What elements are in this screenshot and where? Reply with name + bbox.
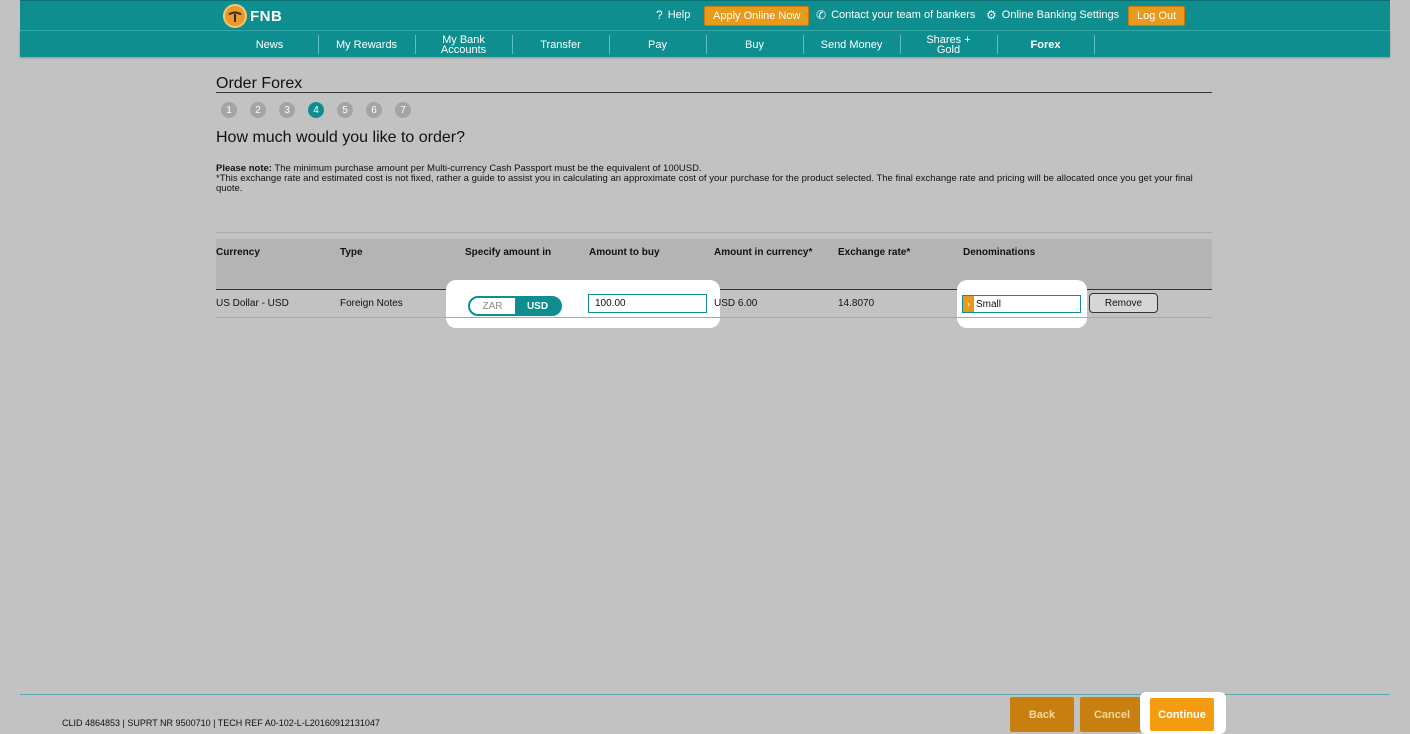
- remove-button[interactable]: Remove: [1089, 293, 1158, 313]
- top-header: FNB ? Help Apply Online Now ✆ Contact yo…: [20, 0, 1390, 30]
- denomination-select[interactable]: › Small: [962, 295, 1081, 313]
- amount-unit-toggle[interactable]: ZAR USD: [468, 296, 562, 316]
- nav-item-my-rewards[interactable]: My Rewards: [318, 31, 415, 58]
- apply-online-button[interactable]: Apply Online Now: [704, 6, 810, 26]
- logout-button[interactable]: Log Out: [1128, 6, 1186, 26]
- nav-item-transfer[interactable]: Transfer: [512, 31, 609, 58]
- col-amount-in-currency: Amount in currency*: [714, 247, 813, 258]
- row-exchange-rate: 14.8070: [838, 298, 875, 309]
- nav-item-pay[interactable]: Pay: [609, 31, 706, 58]
- step-4-active: 4: [308, 102, 324, 118]
- row-type: Foreign Notes: [340, 298, 403, 309]
- toggle-option-zar[interactable]: ZAR: [470, 298, 515, 314]
- nav-item-send-money[interactable]: Send Money: [803, 31, 900, 58]
- step-7: 7: [395, 102, 411, 118]
- step-indicator: 1 2 3 4 5 6 7: [221, 102, 424, 118]
- row-currency: US Dollar - USD: [216, 298, 289, 309]
- main-nav: News My Rewards My Bank Accounts Transfe…: [20, 30, 1390, 57]
- online-banking-settings-link[interactable]: ⚙ Online Banking Settings: [986, 8, 1119, 22]
- footer-reference: CLID 4864853 | SUPRT NR 9500710 | TECH R…: [62, 718, 380, 728]
- contact-label: Contact your team of bankers: [831, 9, 976, 21]
- help-link[interactable]: ? Help: [656, 8, 690, 22]
- denomination-value: Small: [976, 298, 1002, 310]
- purchase-note: Please note: The minimum purchase amount…: [216, 164, 1212, 194]
- cancel-button[interactable]: Cancel: [1080, 697, 1144, 732]
- logo-text: FNB: [250, 7, 283, 25]
- step-5: 5: [337, 102, 353, 118]
- nav-item-forex[interactable]: Forex: [997, 31, 1094, 58]
- nav-item-buy[interactable]: Buy: [706, 31, 803, 58]
- help-label: Help: [667, 9, 691, 21]
- title-divider: [216, 92, 1212, 93]
- order-question: How much would you like to order?: [216, 129, 466, 146]
- page-title: Order Forex: [216, 75, 303, 92]
- col-type: Type: [340, 247, 363, 258]
- section-divider: [216, 232, 1212, 233]
- contact-bankers-link[interactable]: ✆ Contact your team of bankers: [816, 8, 975, 22]
- step-1: 1: [221, 102, 237, 118]
- nav-divider: [1094, 35, 1095, 54]
- step-3: 3: [279, 102, 295, 118]
- tree-logo-icon: [223, 4, 247, 28]
- question-mark-icon: ?: [656, 8, 663, 22]
- col-denominations: Denominations: [963, 247, 1036, 258]
- phone-icon: ✆: [816, 8, 827, 22]
- fnb-logo[interactable]: FNB: [223, 4, 282, 28]
- col-amount-to-buy: Amount to buy: [589, 247, 660, 258]
- toggle-option-usd[interactable]: USD: [515, 298, 560, 314]
- row-divider: [216, 317, 1212, 318]
- row-amount-in-currency: USD 6.00: [714, 298, 758, 309]
- continue-button[interactable]: Continue: [1150, 698, 1214, 731]
- col-exchange-rate: Exchange rate*: [838, 247, 911, 258]
- settings-label: Online Banking Settings: [1001, 9, 1120, 21]
- nav-item-shares-gold[interactable]: Shares + Gold: [900, 31, 997, 58]
- nav-item-my-bank-accounts[interactable]: My Bank Accounts: [415, 31, 512, 58]
- back-button[interactable]: Back: [1010, 697, 1074, 732]
- chevron-right-icon: ›: [963, 296, 974, 312]
- amount-to-buy-input[interactable]: 100.00: [588, 294, 707, 313]
- gear-icon: ⚙: [986, 8, 997, 22]
- note-line-2: *This exchange rate and estimated cost i…: [216, 173, 1193, 194]
- col-specify-amount: Specify amount in: [465, 247, 552, 258]
- nav-item-news[interactable]: News: [221, 31, 318, 58]
- step-2: 2: [250, 102, 266, 118]
- step-6: 6: [366, 102, 382, 118]
- col-currency: Currency: [216, 247, 260, 258]
